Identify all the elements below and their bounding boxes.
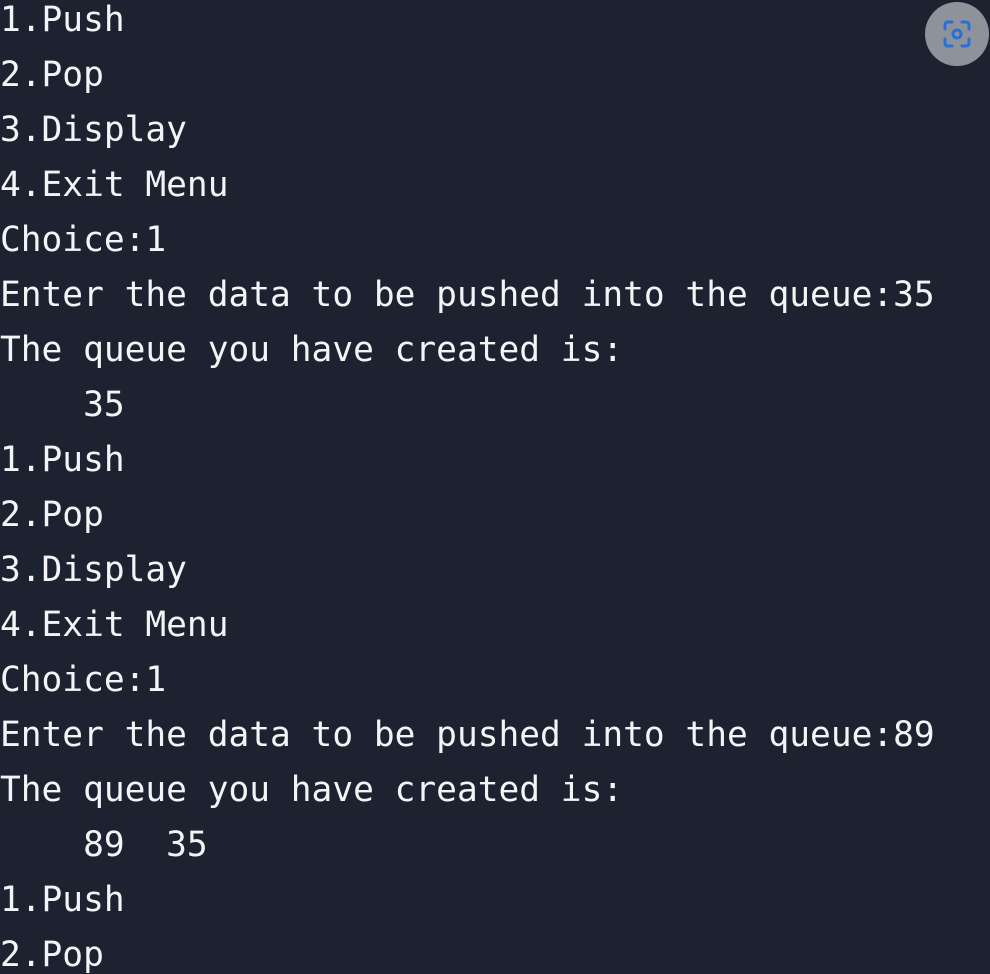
console-line: 4.Exit Menu [0,165,229,205]
console-line: 1.Push [0,440,125,480]
console-line: 1.Push [0,880,125,920]
console-line: The queue you have created is: [0,330,624,370]
console-line: 35 [0,385,125,425]
console-window: 1.Push 2.Pop 3.Display 4.Exit Menu Choic… [0,0,990,974]
console-line: 89 35 [0,825,208,865]
console-line: 2.Pop [0,935,104,974]
console-line: 3.Display [0,110,187,150]
lens-icon [943,20,971,48]
console-line: Choice:1 [0,220,167,260]
console-line: 2.Pop [0,495,104,535]
console-line: Enter the data to be pushed into the que… [0,275,935,315]
console-line: 1.Push [0,0,125,40]
console-line: Enter the data to be pushed into the que… [0,715,935,755]
visual-search-button[interactable] [925,2,989,66]
console-line: 2.Pop [0,55,104,95]
console-output: 1.Push 2.Pop 3.Display 4.Exit Menu Choic… [0,0,935,974]
console-line: The queue you have created is: [0,770,624,810]
console-line: 3.Display [0,550,187,590]
console-line: Choice:1 [0,660,167,700]
console-line: 4.Exit Menu [0,605,229,645]
